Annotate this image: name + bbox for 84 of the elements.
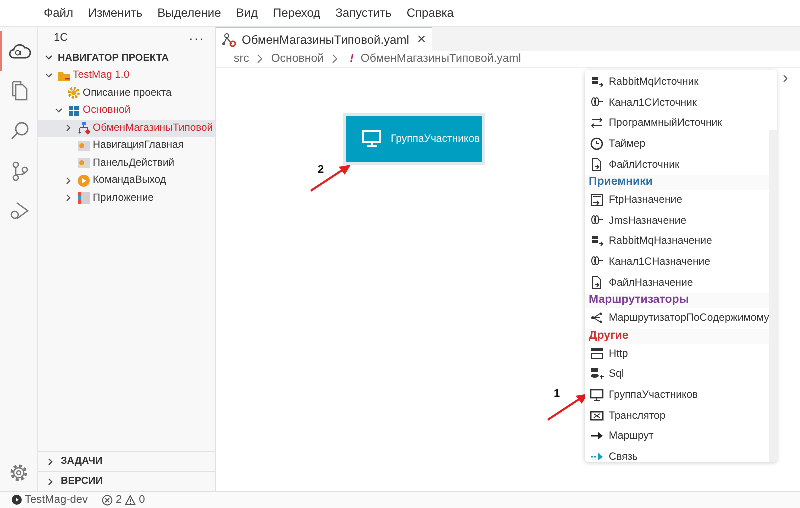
palette-item[interactable]: Маршрут [585,426,770,446]
palette-item[interactable]: Таймер [585,134,770,154]
palette-item[interactable]: Sql [585,364,770,385]
diagram-icon [222,32,238,46]
bars-icon [590,346,604,361]
search-icon[interactable] [10,121,30,141]
tree-item[interactable]: ОбменМагазиныТиповой [38,120,215,137]
play-icon [12,495,22,505]
editor-tab[interactable]: ОбменМагазиныТиповой.yaml × [216,27,432,51]
annotation-arrow [309,163,353,193]
more-button[interactable]: ··· [189,30,205,46]
palette-item[interactable]: Транслятор [585,405,770,426]
palette-item[interactable]: ПрограммныйИсточник [585,113,770,134]
chevron-icon [256,54,264,64]
palette-item[interactable]: Http [585,344,770,364]
close-button[interactable]: × [417,31,426,48]
annotation-number: 1 [554,388,560,400]
group-heading: Приемники [585,174,770,190]
palette-item[interactable]: Связь [585,446,770,462]
section-title[interactable]: ВЕРСИИ [61,476,103,487]
file-arrow-icon [590,276,604,290]
panel-icon [77,138,91,153]
annotation-number: 2 [318,164,324,176]
palette-item[interactable]: ГруппаУчастников [585,384,770,406]
gear-icon [67,86,81,100]
palette-item[interactable]: МаршрутизаторПоСодержимому [585,308,770,329]
breadcrumb[interactable]: Основной [271,53,324,65]
menu-item[interactable]: Запустить [336,6,392,20]
menu-item[interactable]: Выделение [158,6,222,20]
menu-item[interactable]: Переход [272,6,321,20]
run-debug-icon[interactable] [10,201,30,221]
branch-icon [590,311,604,326]
source-control-icon[interactable] [10,161,28,181]
tree-item[interactable]: TestMag 1.0 [38,67,215,84]
double-arrow-icon [590,116,604,130]
menu-item[interactable]: Файл [44,6,74,20]
section-title[interactable]: ЗАДАЧИ [61,456,103,467]
palette-item[interactable]: ФайлНазначение [585,272,770,293]
tree-item[interactable]: КомандаВыход [38,172,215,190]
group-heading: Маршрутизаторы [585,292,770,308]
settings-icon[interactable] [8,463,28,483]
expand-button[interactable]: › [783,70,788,88]
palette-item[interactable]: FtpНазначение [585,190,770,211]
monitor-icon [590,388,604,402]
scrollbar[interactable] [769,130,777,462]
panel-icon [77,156,91,170]
files-icon[interactable] [10,81,28,101]
chevron-icon [331,54,340,64]
tree-item[interactable]: НавигацияГлавная [38,137,215,154]
menu-item[interactable]: Изменить [88,6,143,20]
breadcrumb[interactable]: ОбменМагазиныТиповой.yaml [360,53,522,65]
flow-icon [77,121,91,136]
clock-icon [590,137,604,152]
stack-arrow-icon [590,75,604,90]
menu-item[interactable]: Вид [236,6,258,20]
breadcrumb[interactable]: src [234,53,250,65]
warning-icon [125,494,136,506]
play-circle-icon [77,174,91,188]
palette-item[interactable]: RabbitMqНазначение [585,231,770,252]
tree-item[interactable]: ПанельДействий [38,154,215,172]
palette-item[interactable]: Канал1СНазначение [585,252,770,272]
menu-item[interactable]: Справка [406,6,454,20]
tree-item[interactable]: Описание проекта [38,84,215,102]
section-title[interactable]: НАВИГАТОР ПРОЕКТА [58,52,169,64]
stack-arrow-icon [590,234,604,248]
error-icon [102,494,113,506]
cloud-icon[interactable] [8,42,30,60]
grid-icon [67,104,81,118]
palette-item[interactable]: RabbitMqИсточник [585,72,770,93]
monitor-icon [362,130,382,148]
sidebar-title: 1С [54,32,68,44]
tree-item[interactable]: Основной [38,102,215,120]
color-bars-icon [77,191,91,206]
palette-item[interactable]: Канал1СИсточник [585,92,770,114]
run-status[interactable]: TestMag-dev [12,494,88,506]
cross-box-icon [590,408,604,423]
group-heading: Другие [585,328,770,344]
warning-mark: ! [350,53,354,65]
palette-item[interactable]: JmsНазначение [585,210,770,232]
tree-item[interactable]: Приложение [38,190,215,207]
problems-status[interactable]: 2 0 [102,494,146,506]
database-icon [590,367,604,382]
file-arrow-icon [590,158,604,172]
palette-item[interactable]: ФайлИсточник [585,154,770,175]
